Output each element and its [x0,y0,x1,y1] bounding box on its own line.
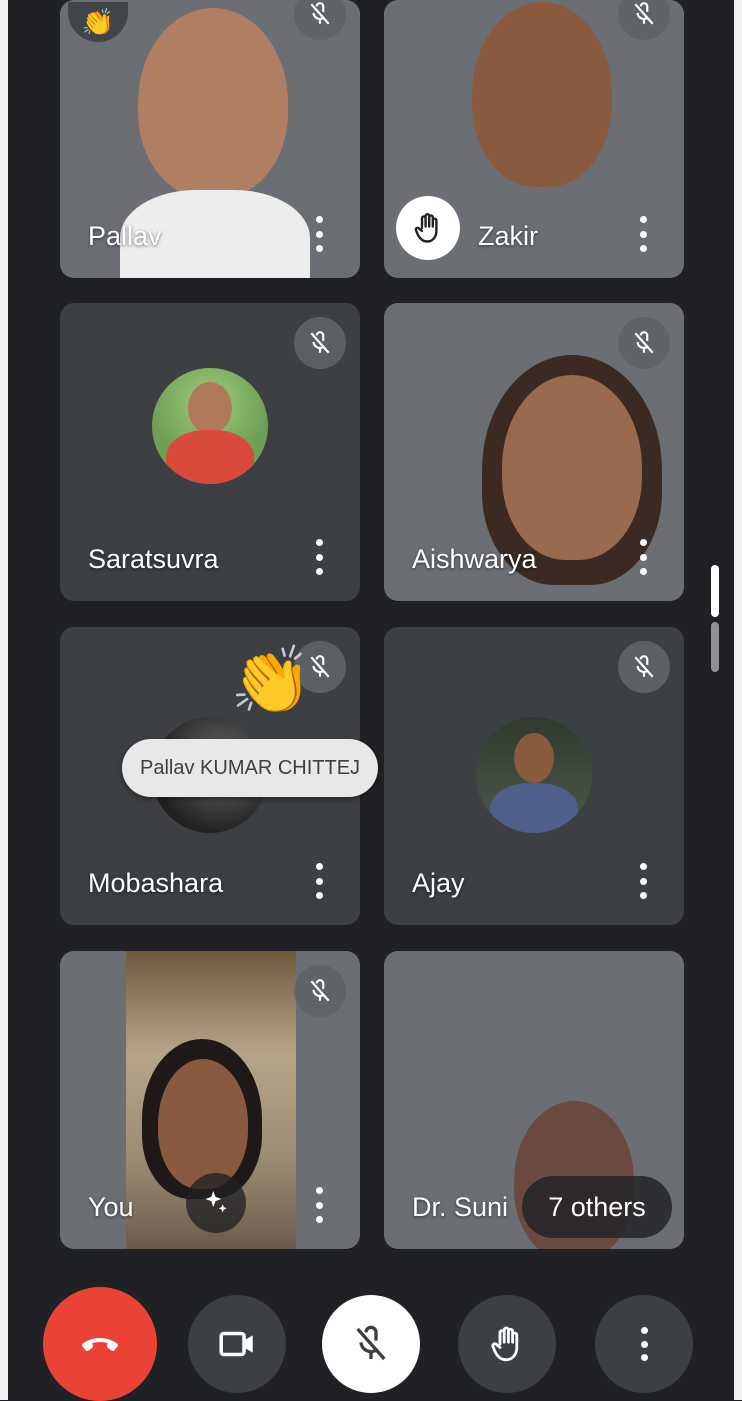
participant-tile-zakir[interactable]: Zakir [384,0,684,278]
more-vertical-icon [639,1327,649,1361]
video-camera-icon [219,1331,253,1357]
avatar [476,717,592,833]
more-options-icon[interactable] [312,1187,326,1223]
others-badge[interactable]: 7 others [522,1176,672,1238]
camera-button[interactable] [188,1295,286,1393]
hand-icon [491,1326,519,1362]
more-options-icon[interactable] [636,216,650,252]
phone-hangup-icon [82,1338,118,1351]
mic-off-icon [294,317,346,369]
end-call-button[interactable] [43,1287,157,1401]
left-frame-edge [0,0,8,1400]
scrollbar-track[interactable] [711,622,719,672]
mic-off-icon [618,0,670,40]
participant-name: Pallav [88,221,162,251]
participant-face [158,1059,248,1189]
mic-off-icon [294,0,346,40]
participant-name: Aishwarya [412,544,537,574]
participant-tile-aishwarya[interactable]: Aishwarya [384,303,684,601]
participant-video [472,2,612,187]
participant-name: Dr. Suni [412,1192,509,1222]
raised-hand-icon [396,196,460,260]
more-options-icon[interactable] [312,539,326,575]
raise-hand-button[interactable] [458,1295,556,1393]
participant-name: Zakir [478,221,538,251]
microphone-button[interactable] [322,1295,420,1393]
participant-tile-you[interactable]: You [60,951,360,1249]
mic-off-icon [356,1325,386,1361]
mic-off-icon [618,317,670,369]
more-options-icon[interactable] [312,216,326,252]
participant-name: You [88,1192,134,1222]
participant-name: Ajay [412,868,465,898]
reaction-name-popup: Pallav KUMAR CHITTEJ [122,739,379,797]
clap-reaction-icon: 👏 [68,2,128,42]
right-frame-edge [734,0,742,1400]
participant-tile-pallav[interactable]: 👏 Pallav [60,0,360,278]
participant-tile-saratsuvra[interactable]: Saratsuvra [60,303,360,601]
participant-video [502,375,642,560]
scrollbar-thumb[interactable] [711,565,719,617]
participant-name: Saratsuvra [88,544,219,574]
avatar [152,368,268,484]
more-options-icon[interactable] [312,863,326,899]
more-options-icon[interactable] [636,863,650,899]
participant-name: Mobashara [88,868,224,898]
mic-off-icon [618,641,670,693]
more-options-button[interactable] [595,1295,693,1393]
participant-tile-ajay[interactable]: Ajay [384,627,684,925]
more-options-icon[interactable] [636,539,650,575]
effects-sparkle-icon[interactable] [186,1173,246,1233]
participant-video [138,8,288,198]
mic-off-icon [294,965,346,1017]
clapping-hands-emoji: 👏 [230,643,313,717]
